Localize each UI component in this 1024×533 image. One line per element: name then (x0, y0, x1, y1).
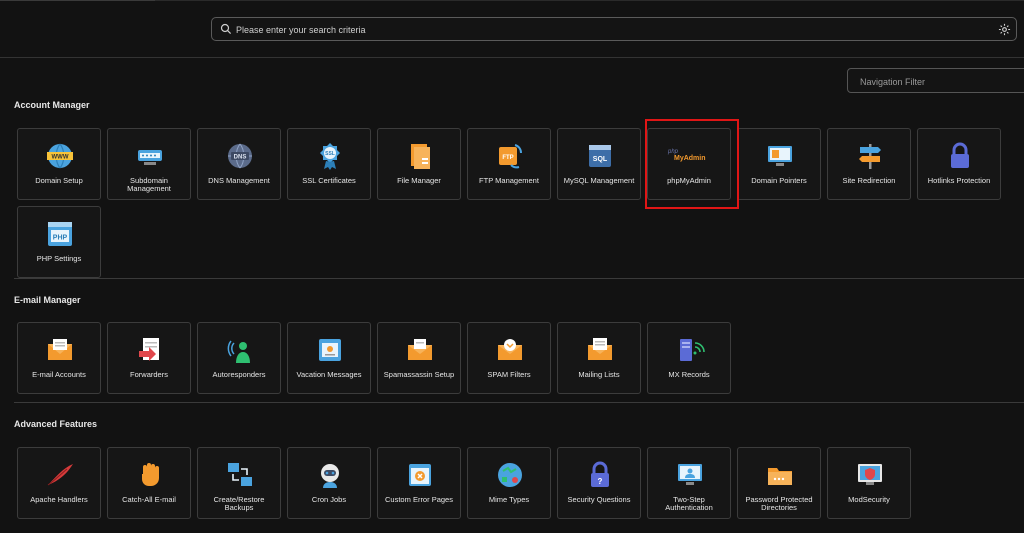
ssl-badge-icon (315, 141, 345, 171)
navigation-filter-input[interactable] (858, 72, 1022, 91)
tile-subdomain-management[interactable]: Subdomain Management (107, 128, 191, 200)
mx-records-icon (675, 335, 705, 365)
top-border-accent (0, 0, 155, 1)
tile-ftp-management[interactable]: FTP Management (467, 128, 551, 200)
tile-autoresponders[interactable]: Autoresponders (197, 322, 281, 394)
tile-password-protected-directories[interactable]: Password Protected Directories (737, 447, 821, 519)
tile-php-settings[interactable]: PHP Settings (17, 206, 101, 278)
navigation-filter[interactable] (847, 68, 1024, 93)
email-manager-grid: E-mail Accounts Forwarders Autoresponder… (17, 322, 1001, 394)
vacation-message-icon (315, 335, 345, 365)
mime-types-icon (495, 460, 525, 490)
tile-hotlinks-protection[interactable]: Hotlinks Protection (917, 128, 1001, 200)
tile-custom-error-pages[interactable]: Custom Error Pages (377, 447, 461, 519)
www-globe-icon (45, 141, 75, 171)
tile-apache-handlers[interactable]: Apache Handlers (17, 447, 101, 519)
signpost-icon (855, 141, 885, 171)
tile-modsecurity[interactable]: ModSecurity (827, 447, 911, 519)
tile-email-accounts[interactable]: E-mail Accounts (17, 322, 101, 394)
tile-domain-setup[interactable]: Domain Setup (17, 128, 101, 200)
security-question-icon (585, 460, 615, 490)
mailing-list-icon (585, 335, 615, 365)
section-title-email-manager: E-mail Manager (14, 295, 81, 305)
header-divider (0, 57, 1024, 58)
error-page-icon (405, 460, 435, 490)
tile-domain-pointers[interactable]: Domain Pointers (737, 128, 821, 200)
backup-icon (225, 460, 255, 490)
tile-two-step-authentication[interactable]: Two-Step Authentication (647, 447, 731, 519)
tile-mx-records[interactable]: MX Records (647, 322, 731, 394)
forward-mail-icon (135, 335, 165, 365)
email-envelope-icon (45, 335, 75, 365)
section-title-advanced-features: Advanced Features (14, 419, 98, 429)
dns-globe-icon (225, 141, 255, 171)
tile-phpmyadmin[interactable]: php MyAdmin phpMyAdmin (647, 128, 731, 200)
account-manager-grid: Domain Setup Subdomain Management DNS Ma… (17, 128, 1001, 278)
tile-file-manager[interactable]: File Manager (377, 128, 461, 200)
advanced-features-grid: Apache Handlers Catch-All E-mail Create/… (17, 447, 1001, 519)
tile-create-restore-backups[interactable]: Create/Restore Backups (197, 447, 281, 519)
spam-filter-icon (495, 335, 525, 365)
subdomain-icon (135, 141, 165, 171)
ftp-icon (495, 141, 525, 171)
hand-icon (135, 460, 165, 490)
two-step-auth-icon (675, 460, 705, 490)
gear-icon[interactable] (998, 23, 1011, 36)
autoresponder-icon (225, 335, 255, 365)
tile-site-redirection[interactable]: Site Redirection (827, 128, 911, 200)
tile-security-questions[interactable]: Security Questions (557, 447, 641, 519)
tile-ssl-certificates[interactable]: SSL Certificates (287, 128, 371, 200)
domain-pointer-icon (765, 141, 795, 171)
tile-forwarders[interactable]: Forwarders (107, 322, 191, 394)
tile-cron-jobs[interactable]: Cron Jobs (287, 447, 371, 519)
php-settings-icon (45, 219, 75, 249)
tile-vacation-messages[interactable]: Vacation Messages (287, 322, 371, 394)
tile-dns-management[interactable]: DNS Management (197, 128, 281, 200)
lock-icon (945, 141, 975, 171)
tile-catch-all-email[interactable]: Catch-All E-mail (107, 447, 191, 519)
section-divider (14, 402, 1024, 403)
search-icon (220, 23, 232, 35)
tile-spamassassin-setup[interactable]: Spamassassin Setup (377, 322, 461, 394)
phpmyadmin-logo: php MyAdmin (668, 149, 706, 162)
mysql-icon (585, 141, 615, 171)
tile-mime-types[interactable]: Mime Types (467, 447, 551, 519)
section-divider (14, 278, 1024, 279)
spamassassin-icon (405, 335, 435, 365)
password-folder-icon (765, 460, 795, 490)
cron-robot-icon (315, 460, 345, 490)
modsecurity-icon (855, 460, 885, 490)
tile-mailing-lists[interactable]: Mailing Lists (557, 322, 641, 394)
search-input[interactable] (234, 20, 978, 40)
search-bar[interactable] (211, 17, 1017, 41)
apache-feather-icon (45, 460, 75, 490)
tile-spam-filters[interactable]: SPAM Filters (467, 322, 551, 394)
file-manager-icon (405, 141, 435, 171)
tile-mysql-management[interactable]: MySQL Management (557, 128, 641, 200)
section-title-account-manager: Account Manager (14, 100, 90, 110)
